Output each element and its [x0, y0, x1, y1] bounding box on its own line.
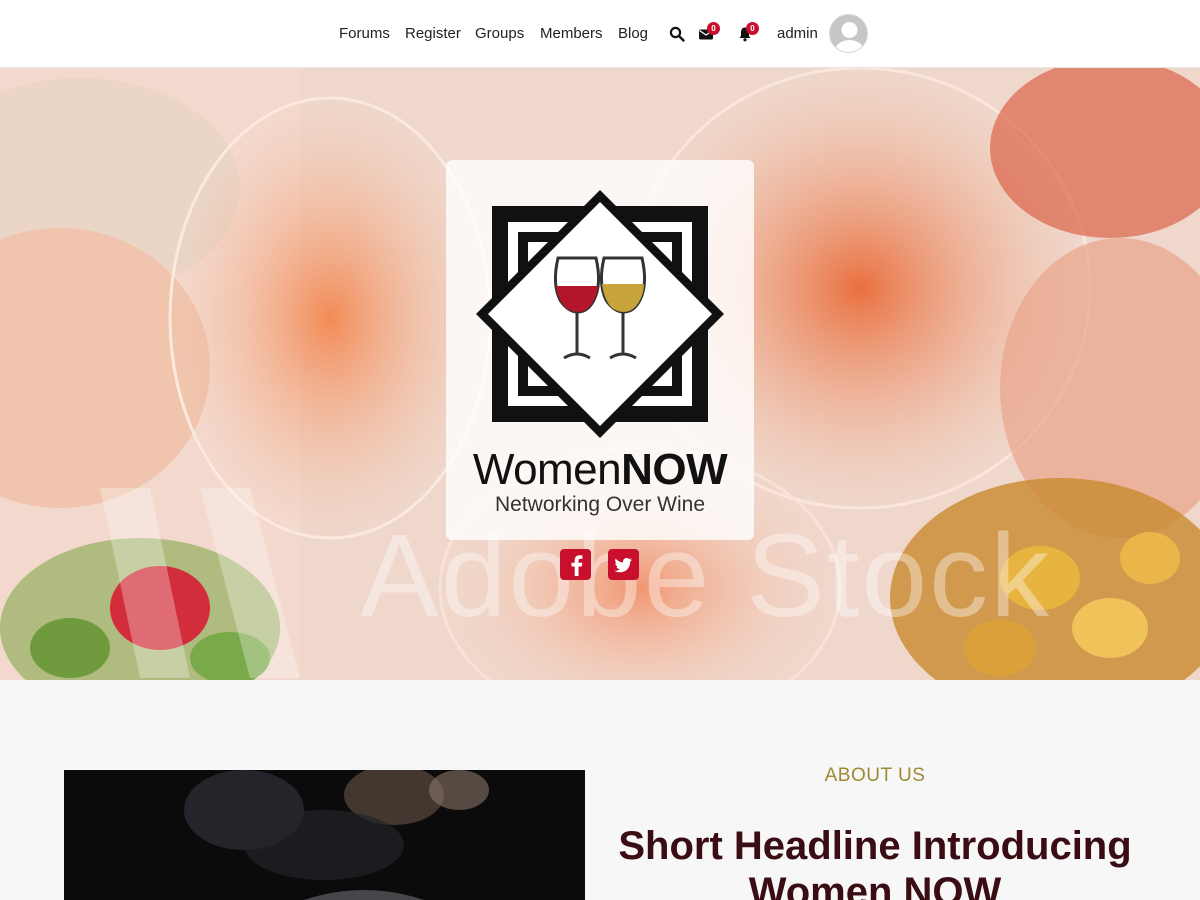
section-eyebrow: ABOUT US: [824, 765, 926, 786]
nav-link-groups[interactable]: Groups: [475, 25, 524, 43]
brand-tagline: Networking Over Wine: [494, 493, 706, 516]
brand-name: WomenNOW: [446, 445, 754, 495]
facebook-icon[interactable]: [560, 549, 591, 580]
user-avatar[interactable]: [829, 14, 868, 53]
wine-glasses-logo: [476, 190, 724, 438]
messages-count-badge: 0: [707, 22, 720, 35]
brand-name-light: Women: [472, 445, 622, 494]
nav-link-forums[interactable]: Forums: [339, 25, 390, 43]
nav-link-register[interactable]: Register: [405, 25, 461, 43]
twitter-icon[interactable]: [608, 549, 639, 580]
nav-link-members[interactable]: Members: [540, 25, 603, 43]
brand-logo-card: WomenNOW Networking Over Wine: [446, 160, 754, 540]
hero-banner: Adobe Stock WomenNOW Networking Over Win…: [0, 68, 1200, 680]
about-section: ABOUT US Short Headline Introducing Wome…: [0, 680, 1200, 900]
section-headline: Short Headline Introducing Women NOW: [618, 824, 1132, 900]
main-nav: Forums Register Groups Members Blog 0 0 …: [0, 0, 1200, 68]
nav-link-blog[interactable]: Blog: [618, 25, 648, 43]
about-photo: [64, 770, 585, 900]
top-navigation-bar: Forums Register Groups Members Blog 0 0 …: [0, 0, 1200, 68]
brand-name-bold: NOW: [621, 445, 728, 494]
notifications-count-badge: 0: [746, 22, 759, 35]
user-name-link[interactable]: admin: [777, 25, 818, 43]
search-icon[interactable]: [669, 26, 685, 42]
